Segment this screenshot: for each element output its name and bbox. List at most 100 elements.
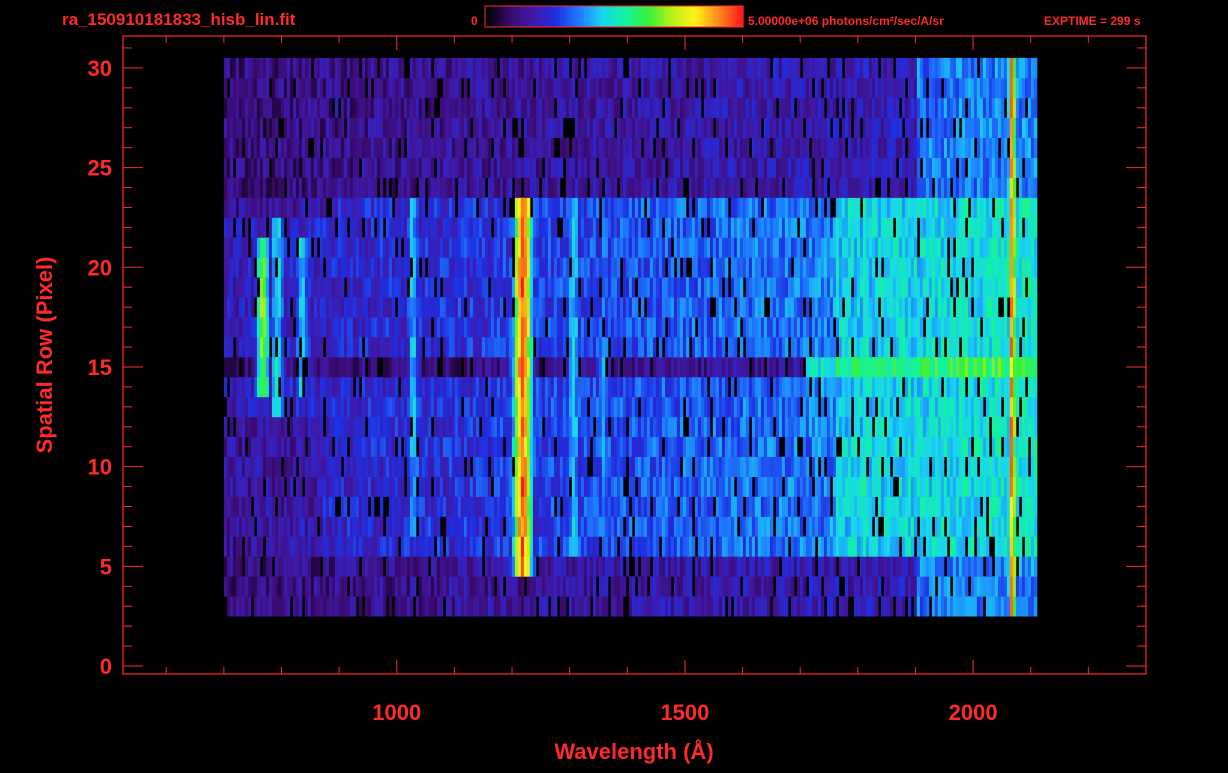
heatmap-cell: [433, 257, 438, 278]
heatmap-cell: [853, 237, 858, 258]
heatmap-cell: [931, 596, 936, 617]
heatmap-cell: [964, 257, 969, 278]
heatmap-cell: [247, 556, 252, 577]
heatmap-cell: [502, 596, 507, 617]
heatmap-cell: [877, 536, 882, 557]
heatmap-cell: [439, 476, 444, 497]
heatmap-cell: [985, 456, 990, 477]
heatmap-cell: [895, 416, 900, 438]
heatmap-cell: [892, 357, 897, 378]
heatmap-cell: [250, 357, 255, 378]
heatmap-cell: [850, 496, 855, 517]
heatmap-cell: [496, 536, 501, 557]
heatmap-cell: [634, 416, 639, 438]
heatmap-cell: [319, 297, 324, 318]
heatmap-cell: [232, 596, 237, 617]
heatmap-cell: [667, 396, 672, 418]
heatmap-cell: [391, 357, 396, 378]
heatmap-cell: [994, 536, 999, 557]
heatmap-cell: [586, 476, 591, 497]
heatmap-cell: [445, 297, 450, 318]
heatmap-cell: [469, 416, 474, 438]
heatmap-cell: [268, 277, 273, 298]
heatmap-cell: [814, 317, 819, 338]
heatmap-cell: [409, 376, 414, 398]
heatmap-cell: [1000, 596, 1005, 617]
heatmap-cell: [397, 257, 402, 278]
heatmap-cell: [442, 496, 447, 517]
heatmap-cell: [403, 396, 408, 418]
heatmap-cell: [958, 476, 963, 497]
heatmap-cell: [574, 337, 579, 358]
heatmap-cell: [253, 217, 258, 238]
heatmap-cell: [1006, 416, 1011, 438]
heatmap-cell: [949, 297, 954, 318]
heatmap-cell: [331, 476, 336, 497]
heatmap-cell: [475, 217, 480, 238]
heatmap-cell: [958, 297, 963, 318]
heatmap-cell: [538, 396, 543, 418]
heatmap-cell: [307, 576, 312, 597]
heatmap-cell: [583, 357, 588, 378]
heatmap-cell: [340, 596, 345, 617]
heatmap-cell: [367, 476, 372, 497]
heatmap-cell: [466, 337, 471, 358]
heatmap-cell: [262, 277, 267, 298]
heatmap-cell: [706, 476, 711, 497]
heatmap-cell: [742, 596, 747, 617]
heatmap-cell: [568, 297, 573, 318]
heatmap-cell: [382, 396, 387, 418]
heatmap-cell: [1006, 496, 1011, 517]
heatmap-cell: [799, 376, 804, 398]
heatmap-cell: [904, 257, 909, 278]
heatmap-cell: [703, 217, 708, 238]
heatmap-cell: [934, 237, 939, 258]
heatmap-cell: [985, 416, 990, 438]
heatmap-cell: [817, 536, 822, 557]
heatmap-cell: [967, 257, 972, 278]
heatmap-cell: [571, 596, 576, 617]
heatmap-cell: [904, 436, 909, 457]
heatmap-cell: [286, 496, 291, 517]
heatmap-cell: [850, 317, 855, 338]
heatmap-cell: [1021, 396, 1026, 418]
heatmap-cell: [640, 376, 645, 398]
heatmap-cell: [526, 297, 531, 318]
heatmap-cell: [952, 476, 957, 497]
heatmap-cell: [766, 416, 771, 438]
heatmap-cell: [973, 436, 978, 457]
heatmap-cell: [730, 416, 735, 438]
heatmap-cell: [799, 596, 804, 617]
heatmap-cell: [583, 257, 588, 278]
heatmap-cell: [832, 277, 837, 298]
heatmap-cell: [319, 376, 324, 398]
heatmap-cell: [418, 297, 423, 318]
heatmap-cell: [1021, 376, 1026, 398]
heatmap-cell: [559, 416, 564, 438]
heatmap-cell: [802, 317, 807, 338]
heatmap-cell: [376, 337, 381, 358]
heatmap-cell: [739, 456, 744, 477]
heatmap-cell: [250, 576, 255, 597]
heatmap-cell: [541, 476, 546, 497]
heatmap-cell: [436, 376, 441, 398]
heatmap-cell: [727, 357, 732, 378]
heatmap-cell: [421, 277, 426, 298]
heatmap-cell: [772, 257, 777, 278]
heatmap-cell: [1000, 516, 1005, 537]
heatmap-cell: [433, 596, 438, 617]
heatmap-cell: [796, 297, 801, 318]
heatmap-cell: [1021, 496, 1026, 517]
heatmap-cell: [859, 337, 864, 358]
heatmap-cell: [610, 436, 615, 457]
heatmap-cell: [337, 456, 342, 477]
heatmap-cell: [976, 257, 981, 278]
heatmap-cell: [427, 516, 432, 537]
heatmap-cell: [370, 416, 375, 438]
heatmap-cell: [919, 337, 924, 358]
heatmap-cell: [478, 476, 483, 497]
heatmap-cell: [619, 596, 624, 617]
heatmap-cell: [514, 277, 519, 298]
heatmap-cell: [577, 237, 582, 258]
heatmap-cell: [922, 297, 927, 318]
